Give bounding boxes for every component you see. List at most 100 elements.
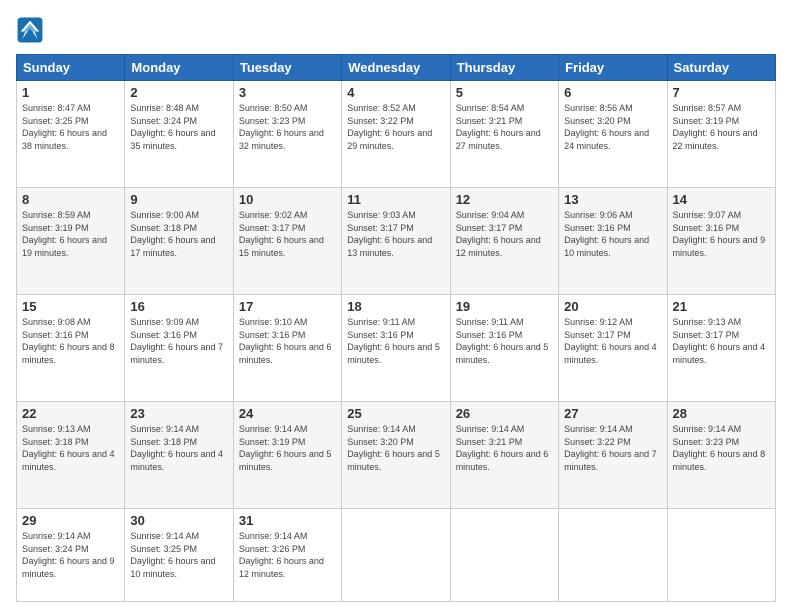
day-number: 27 [564, 406, 661, 421]
cell-details: Sunrise: 9:03 AMSunset: 3:17 PMDaylight:… [347, 209, 444, 259]
weekday-header-sunday: Sunday [17, 55, 125, 81]
day-number: 6 [564, 85, 661, 100]
cell-details: Sunrise: 9:14 AMSunset: 3:23 PMDaylight:… [673, 423, 770, 473]
header [16, 16, 776, 44]
cell-details: Sunrise: 9:07 AMSunset: 3:16 PMDaylight:… [673, 209, 770, 259]
day-number: 1 [22, 85, 119, 100]
cell-details: Sunrise: 9:13 AMSunset: 3:17 PMDaylight:… [673, 316, 770, 366]
day-number: 12 [456, 192, 553, 207]
calendar-cell: 24 Sunrise: 9:14 AMSunset: 3:19 PMDaylig… [233, 402, 341, 509]
cell-details: Sunrise: 9:14 AMSunset: 3:26 PMDaylight:… [239, 530, 336, 580]
day-number: 13 [564, 192, 661, 207]
weekday-header-friday: Friday [559, 55, 667, 81]
cell-details: Sunrise: 8:50 AMSunset: 3:23 PMDaylight:… [239, 102, 336, 152]
calendar-cell: 9 Sunrise: 9:00 AMSunset: 3:18 PMDayligh… [125, 188, 233, 295]
calendar-cell: 8 Sunrise: 8:59 AMSunset: 3:19 PMDayligh… [17, 188, 125, 295]
calendar-cell: 3 Sunrise: 8:50 AMSunset: 3:23 PMDayligh… [233, 81, 341, 188]
day-number: 7 [673, 85, 770, 100]
calendar-cell: 28 Sunrise: 9:14 AMSunset: 3:23 PMDaylig… [667, 402, 775, 509]
cell-details: Sunrise: 8:52 AMSunset: 3:22 PMDaylight:… [347, 102, 444, 152]
day-number: 28 [673, 406, 770, 421]
cell-details: Sunrise: 8:48 AMSunset: 3:24 PMDaylight:… [130, 102, 227, 152]
calendar-cell: 7 Sunrise: 8:57 AMSunset: 3:19 PMDayligh… [667, 81, 775, 188]
cell-details: Sunrise: 9:04 AMSunset: 3:17 PMDaylight:… [456, 209, 553, 259]
day-number: 8 [22, 192, 119, 207]
calendar-cell: 19 Sunrise: 9:11 AMSunset: 3:16 PMDaylig… [450, 295, 558, 402]
calendar-cell: 23 Sunrise: 9:14 AMSunset: 3:18 PMDaylig… [125, 402, 233, 509]
day-number: 4 [347, 85, 444, 100]
calendar-cell: 11 Sunrise: 9:03 AMSunset: 3:17 PMDaylig… [342, 188, 450, 295]
cell-details: Sunrise: 9:00 AMSunset: 3:18 PMDaylight:… [130, 209, 227, 259]
cell-details: Sunrise: 9:14 AMSunset: 3:18 PMDaylight:… [130, 423, 227, 473]
calendar-cell: 12 Sunrise: 9:04 AMSunset: 3:17 PMDaylig… [450, 188, 558, 295]
calendar-cell: 15 Sunrise: 9:08 AMSunset: 3:16 PMDaylig… [17, 295, 125, 402]
day-number: 25 [347, 406, 444, 421]
day-number: 2 [130, 85, 227, 100]
cell-details: Sunrise: 9:02 AMSunset: 3:17 PMDaylight:… [239, 209, 336, 259]
logo-icon [16, 16, 44, 44]
cell-details: Sunrise: 9:11 AMSunset: 3:16 PMDaylight:… [347, 316, 444, 366]
day-number: 11 [347, 192, 444, 207]
weekday-header-saturday: Saturday [667, 55, 775, 81]
calendar-week-4: 22 Sunrise: 9:13 AMSunset: 3:18 PMDaylig… [17, 402, 776, 509]
day-number: 26 [456, 406, 553, 421]
calendar-week-5: 29 Sunrise: 9:14 AMSunset: 3:24 PMDaylig… [17, 509, 776, 602]
cell-details: Sunrise: 9:14 AMSunset: 3:22 PMDaylight:… [564, 423, 661, 473]
day-number: 16 [130, 299, 227, 314]
calendar-cell: 26 Sunrise: 9:14 AMSunset: 3:21 PMDaylig… [450, 402, 558, 509]
calendar-week-1: 1 Sunrise: 8:47 AMSunset: 3:25 PMDayligh… [17, 81, 776, 188]
page: SundayMondayTuesdayWednesdayThursdayFrid… [0, 0, 792, 612]
cell-details: Sunrise: 9:14 AMSunset: 3:20 PMDaylight:… [347, 423, 444, 473]
cell-details: Sunrise: 8:47 AMSunset: 3:25 PMDaylight:… [22, 102, 119, 152]
cell-details: Sunrise: 8:56 AMSunset: 3:20 PMDaylight:… [564, 102, 661, 152]
cell-details: Sunrise: 9:08 AMSunset: 3:16 PMDaylight:… [22, 316, 119, 366]
calendar-cell: 30 Sunrise: 9:14 AMSunset: 3:25 PMDaylig… [125, 509, 233, 602]
calendar-cell: 18 Sunrise: 9:11 AMSunset: 3:16 PMDaylig… [342, 295, 450, 402]
cell-details: Sunrise: 8:57 AMSunset: 3:19 PMDaylight:… [673, 102, 770, 152]
cell-details: Sunrise: 9:06 AMSunset: 3:16 PMDaylight:… [564, 209, 661, 259]
calendar-cell: 31 Sunrise: 9:14 AMSunset: 3:26 PMDaylig… [233, 509, 341, 602]
calendar-cell [342, 509, 450, 602]
day-number: 3 [239, 85, 336, 100]
weekday-header-wednesday: Wednesday [342, 55, 450, 81]
calendar-cell: 29 Sunrise: 9:14 AMSunset: 3:24 PMDaylig… [17, 509, 125, 602]
day-number: 15 [22, 299, 119, 314]
day-number: 20 [564, 299, 661, 314]
logo [16, 16, 48, 44]
calendar-cell [559, 509, 667, 602]
calendar-cell [450, 509, 558, 602]
calendar-cell: 22 Sunrise: 9:13 AMSunset: 3:18 PMDaylig… [17, 402, 125, 509]
day-number: 5 [456, 85, 553, 100]
weekday-header-tuesday: Tuesday [233, 55, 341, 81]
cell-details: Sunrise: 9:14 AMSunset: 3:24 PMDaylight:… [22, 530, 119, 580]
cell-details: Sunrise: 9:14 AMSunset: 3:21 PMDaylight:… [456, 423, 553, 473]
cell-details: Sunrise: 9:14 AMSunset: 3:25 PMDaylight:… [130, 530, 227, 580]
calendar-cell: 20 Sunrise: 9:12 AMSunset: 3:17 PMDaylig… [559, 295, 667, 402]
day-number: 17 [239, 299, 336, 314]
calendar-cell: 10 Sunrise: 9:02 AMSunset: 3:17 PMDaylig… [233, 188, 341, 295]
weekday-header-thursday: Thursday [450, 55, 558, 81]
calendar-cell: 17 Sunrise: 9:10 AMSunset: 3:16 PMDaylig… [233, 295, 341, 402]
day-number: 19 [456, 299, 553, 314]
calendar-cell: 14 Sunrise: 9:07 AMSunset: 3:16 PMDaylig… [667, 188, 775, 295]
day-number: 18 [347, 299, 444, 314]
cell-details: Sunrise: 9:14 AMSunset: 3:19 PMDaylight:… [239, 423, 336, 473]
calendar-cell: 27 Sunrise: 9:14 AMSunset: 3:22 PMDaylig… [559, 402, 667, 509]
weekday-header-row: SundayMondayTuesdayWednesdayThursdayFrid… [17, 55, 776, 81]
calendar-cell: 4 Sunrise: 8:52 AMSunset: 3:22 PMDayligh… [342, 81, 450, 188]
cell-details: Sunrise: 9:10 AMSunset: 3:16 PMDaylight:… [239, 316, 336, 366]
day-number: 30 [130, 513, 227, 528]
weekday-header-monday: Monday [125, 55, 233, 81]
day-number: 14 [673, 192, 770, 207]
calendar-cell: 2 Sunrise: 8:48 AMSunset: 3:24 PMDayligh… [125, 81, 233, 188]
cell-details: Sunrise: 9:13 AMSunset: 3:18 PMDaylight:… [22, 423, 119, 473]
day-number: 31 [239, 513, 336, 528]
calendar-cell: 1 Sunrise: 8:47 AMSunset: 3:25 PMDayligh… [17, 81, 125, 188]
calendar-cell: 13 Sunrise: 9:06 AMSunset: 3:16 PMDaylig… [559, 188, 667, 295]
cell-details: Sunrise: 9:12 AMSunset: 3:17 PMDaylight:… [564, 316, 661, 366]
cell-details: Sunrise: 9:11 AMSunset: 3:16 PMDaylight:… [456, 316, 553, 366]
day-number: 10 [239, 192, 336, 207]
day-number: 21 [673, 299, 770, 314]
day-number: 29 [22, 513, 119, 528]
calendar-cell: 6 Sunrise: 8:56 AMSunset: 3:20 PMDayligh… [559, 81, 667, 188]
